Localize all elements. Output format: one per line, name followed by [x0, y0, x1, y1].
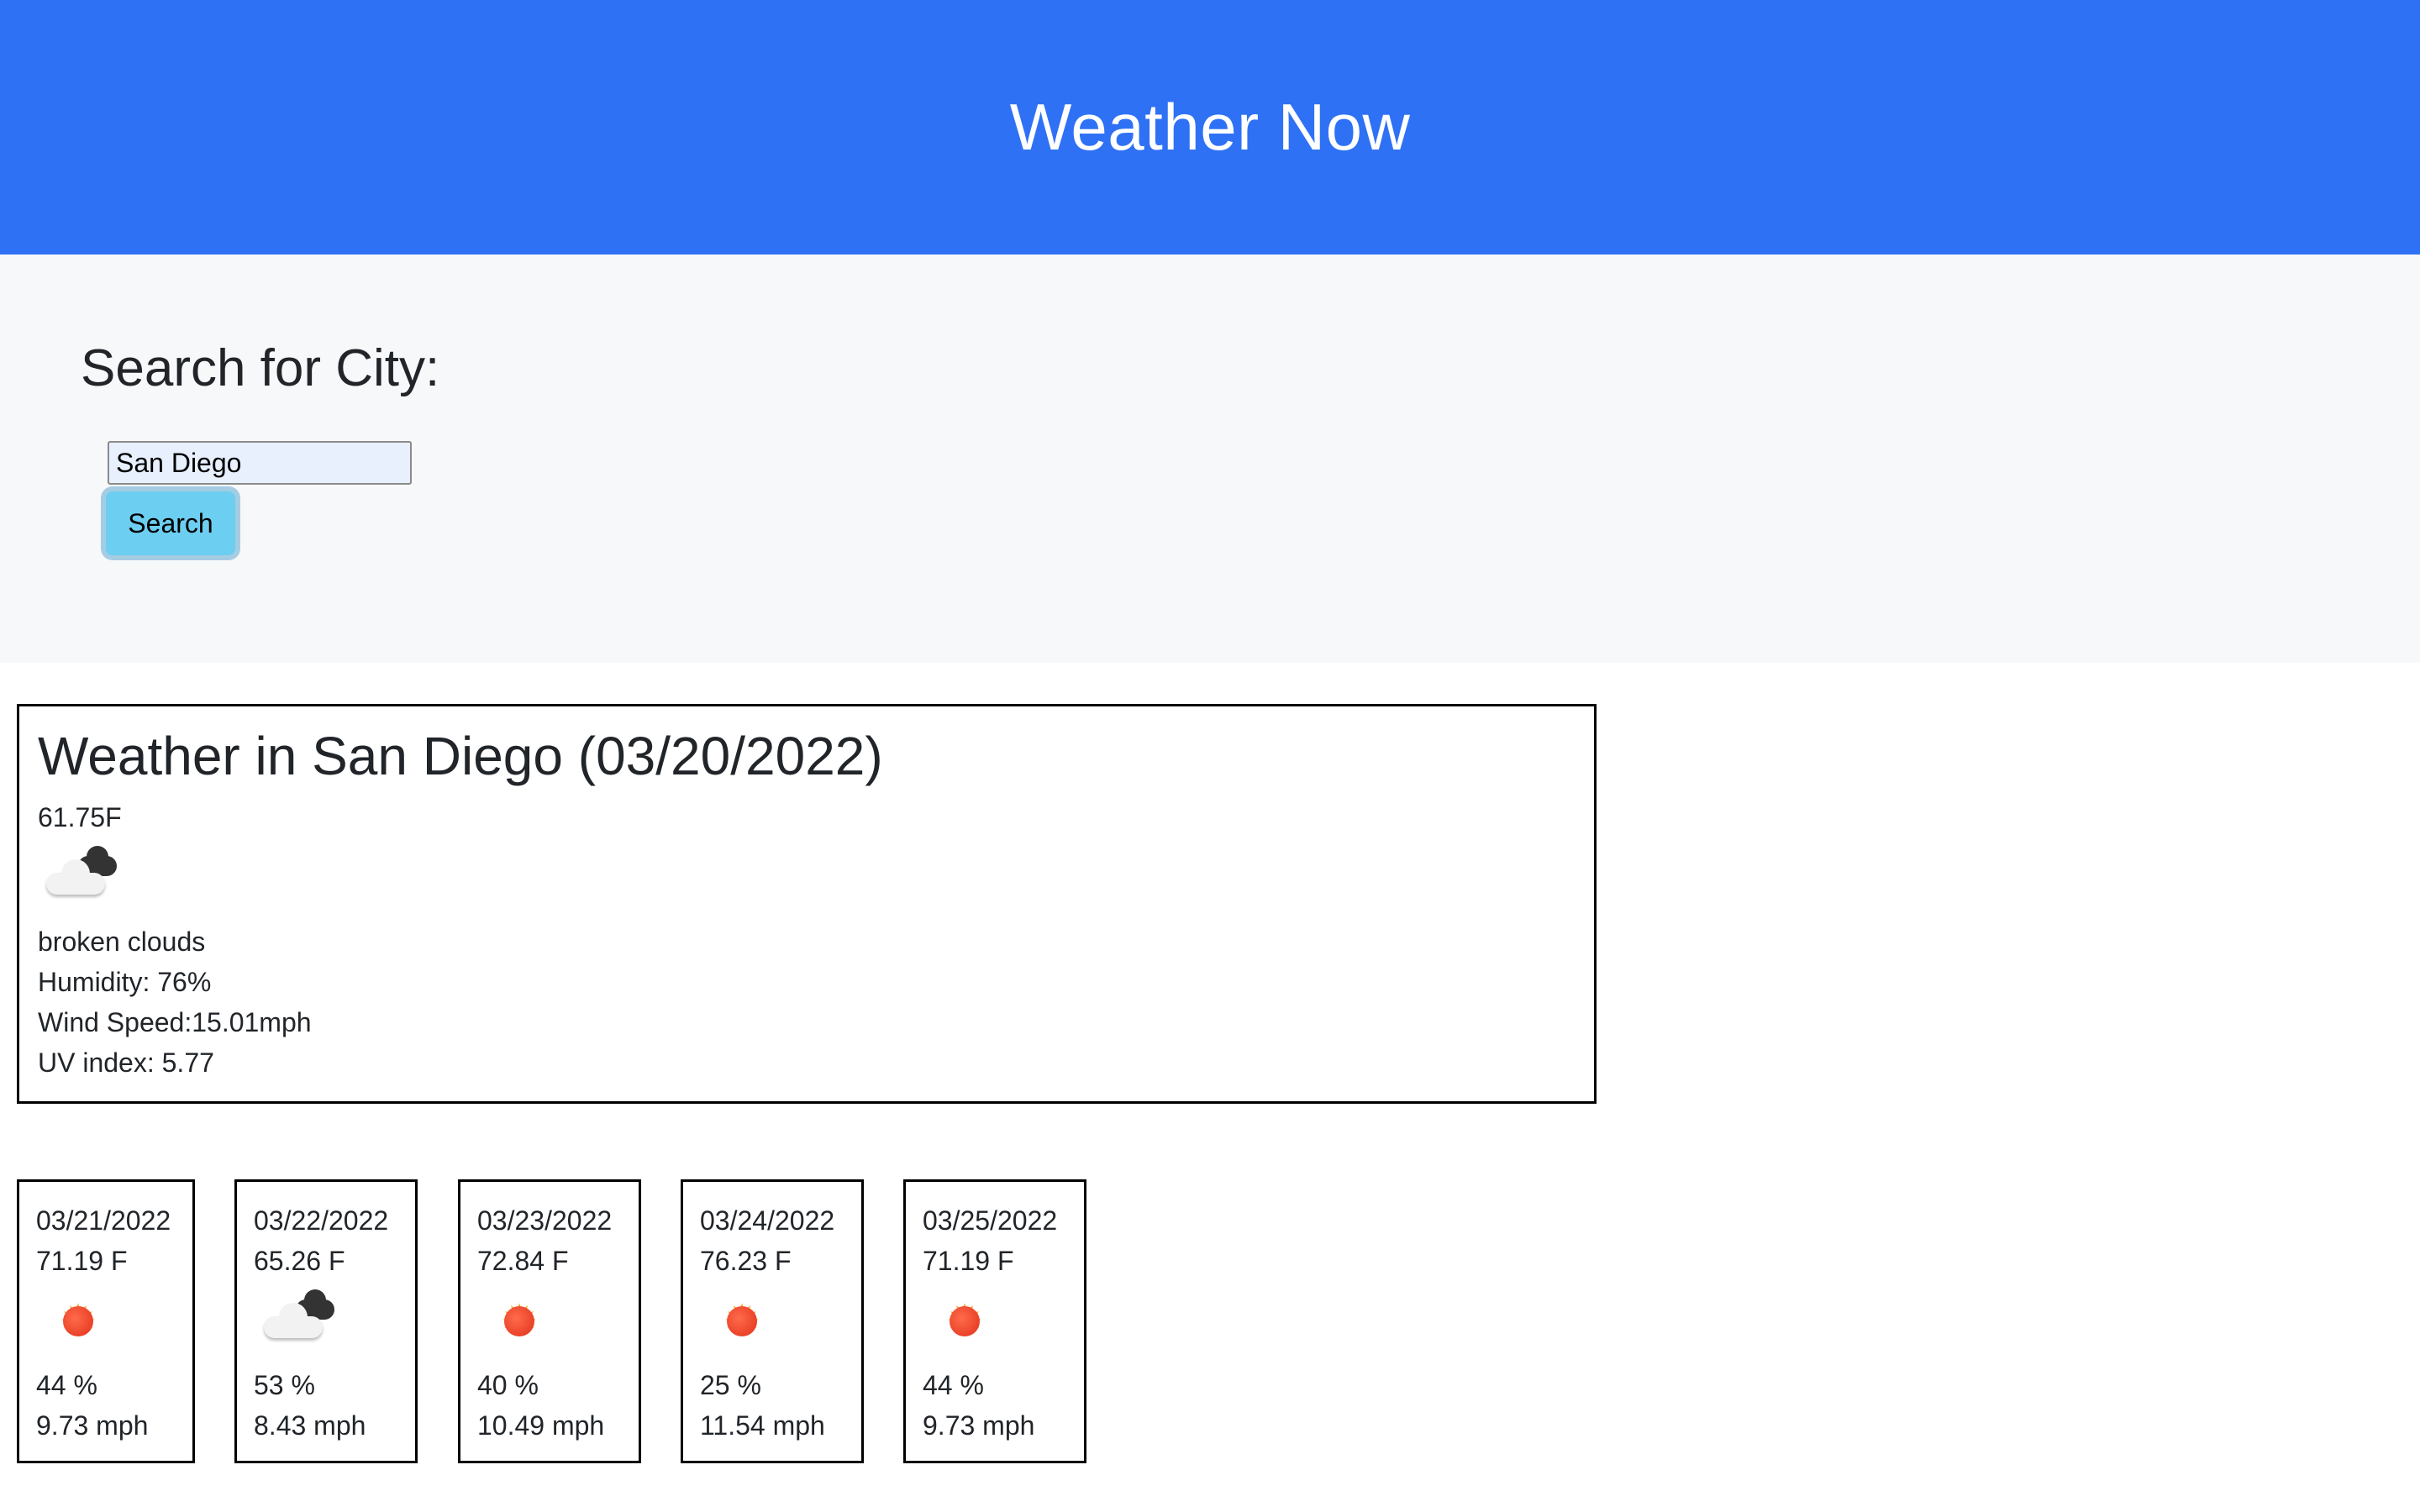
current-uv-index: UV index: 5.77 — [38, 1047, 214, 1078]
forecast-card: 03/25/2022 71.19 F ✹ 44 % 9.73 mph — [903, 1179, 1086, 1463]
sun-icon: ✹ — [38, 1281, 122, 1365]
sun-icon: ✹ — [702, 1281, 786, 1365]
page-title: Weather Now — [1009, 90, 1411, 164]
forecast-wind: 9.73 mph — [923, 1410, 1035, 1441]
forecast-humidity: 44 % — [36, 1370, 97, 1400]
current-wind-speed: Wind Speed:15.01mph — [38, 1007, 312, 1037]
forecast-card: 03/22/2022 65.26 F 53 % 8.43 mph — [234, 1179, 418, 1463]
forecast-date: 03/22/2022 — [254, 1205, 389, 1236]
page-header: Weather Now — [0, 0, 2420, 255]
broken-clouds-icon — [41, 837, 125, 921]
current-description: broken clouds — [38, 927, 206, 957]
forecast-humidity: 44 % — [923, 1370, 984, 1400]
forecast-date: 03/24/2022 — [700, 1205, 835, 1236]
forecast-wind: 10.49 mph — [477, 1410, 605, 1441]
forecast-card: 03/24/2022 76.23 F ✹ 25 % 11.54 mph — [681, 1179, 864, 1463]
sun-icon: ✹ — [479, 1281, 563, 1365]
forecast-date: 03/23/2022 — [477, 1205, 613, 1236]
search-title: Search for City: — [81, 339, 440, 397]
city-search-input[interactable] — [108, 441, 412, 485]
current-temperature: 61.75F — [38, 802, 122, 832]
forecast-humidity: 25 % — [700, 1370, 761, 1400]
search-section: Search for City: Search — [0, 255, 2420, 663]
forecast-card: 03/23/2022 72.84 F ✹ 40 % 10.49 mph — [458, 1179, 641, 1463]
forecast-date: 03/21/2022 — [36, 1205, 171, 1236]
current-weather-title: Weather in San Diego (03/20/2022) — [38, 726, 883, 786]
sun-icon: ✹ — [924, 1281, 1008, 1365]
forecast-temp: 76.23 F — [700, 1246, 792, 1276]
current-humidity: Humidity: 76% — [38, 967, 212, 997]
forecast-card: 03/21/2022 71.19 F ✹ 44 % 9.73 mph — [17, 1179, 195, 1463]
search-button[interactable]: Search — [106, 491, 235, 555]
forecast-wind: 8.43 mph — [254, 1410, 366, 1441]
forecast-wind: 11.54 mph — [700, 1410, 825, 1441]
forecast-wind: 9.73 mph — [36, 1410, 149, 1441]
forecast-humidity: 53 % — [254, 1370, 315, 1400]
broken-clouds-icon — [259, 1281, 343, 1365]
forecast-temp: 65.26 F — [254, 1246, 345, 1276]
forecast-temp: 72.84 F — [477, 1246, 569, 1276]
forecast-temp: 71.19 F — [923, 1246, 1014, 1276]
current-weather-card: Weather in San Diego (03/20/2022) 61.75F… — [17, 704, 1597, 1104]
forecast-temp: 71.19 F — [36, 1246, 128, 1276]
forecast-humidity: 40 % — [477, 1370, 539, 1400]
forecast-date: 03/25/2022 — [923, 1205, 1058, 1236]
